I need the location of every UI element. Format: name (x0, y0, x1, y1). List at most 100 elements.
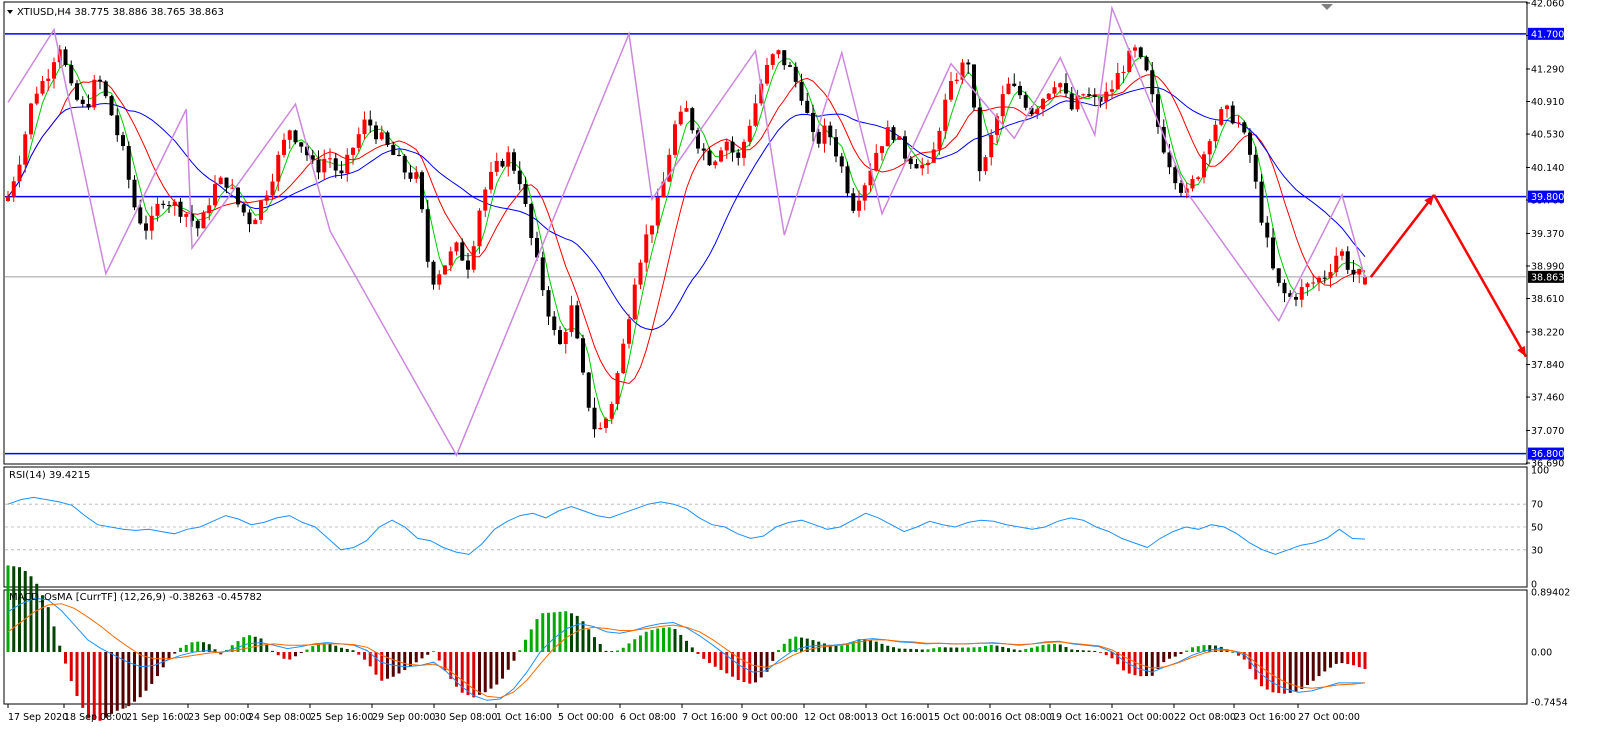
osma-bar (903, 648, 907, 652)
osma-bar (1179, 651, 1183, 655)
osma-bar (265, 644, 269, 652)
macd-tick-label: 0.00 (1531, 647, 1552, 658)
osma-bar (558, 611, 562, 652)
candle-body (926, 162, 930, 165)
candle-body (920, 164, 925, 169)
candle-body (299, 142, 304, 147)
candle-body (742, 141, 746, 158)
osma-bar (633, 639, 637, 652)
osma-bar (782, 643, 786, 652)
candle-body (874, 152, 879, 171)
osma-bar (639, 635, 642, 652)
candle-body (822, 125, 827, 144)
candle-body (333, 158, 338, 171)
candle-body (103, 81, 108, 97)
candle-body (552, 316, 557, 331)
osma-bar (713, 651, 717, 667)
osma-bar (1162, 651, 1166, 663)
candle-body (1121, 72, 1126, 74)
osma-bar (570, 613, 573, 652)
osma-bar (932, 648, 936, 652)
osma-bar (1156, 651, 1160, 669)
candle-body (368, 119, 373, 126)
candle-body (650, 225, 654, 235)
osma-bar (426, 651, 430, 655)
rsi-panel[interactable] (3, 466, 1528, 588)
osma-bar (110, 651, 113, 714)
osma-bar (1145, 651, 1148, 677)
osma-bar (736, 651, 740, 680)
candle-body (914, 164, 919, 169)
candle-body (1213, 124, 1218, 142)
osma-bar (1231, 651, 1235, 653)
candle-body (322, 158, 327, 173)
x-tick-label: 5 Oct 00:00 (558, 712, 614, 723)
candle-body (937, 130, 942, 150)
candle-body (569, 305, 574, 332)
osma-bar (610, 651, 614, 652)
candle-body (80, 99, 85, 104)
osma-bar (18, 567, 21, 652)
candle-body (34, 93, 39, 104)
osma-bar (334, 645, 338, 652)
candle-body (483, 189, 488, 211)
candle-body (471, 246, 476, 270)
osma-bar (1323, 651, 1327, 672)
osma-bar (886, 645, 890, 652)
candle-body (1115, 72, 1120, 90)
osma-bar (1260, 651, 1263, 687)
osma-bar (679, 634, 683, 652)
candle-body (1150, 70, 1155, 95)
candle-body (678, 111, 683, 125)
osma-bar (575, 615, 579, 652)
level-price-label: 41.700 (1531, 29, 1564, 40)
candle-body (632, 284, 637, 320)
osma-bar (184, 644, 188, 652)
candle-body (86, 103, 91, 108)
osma-bar (133, 651, 136, 702)
candle-body (851, 193, 856, 211)
osma-bar (846, 644, 849, 652)
candle-body (862, 185, 867, 201)
osma-bar (1346, 651, 1350, 665)
candle-body (1236, 122, 1241, 124)
osma-bar (87, 651, 90, 719)
osma-bar (972, 647, 976, 652)
osma-bar (1208, 645, 1212, 652)
osma-bar (621, 647, 625, 652)
osma-bar (857, 639, 861, 652)
candle-body (161, 203, 166, 206)
candle-body (1317, 277, 1321, 283)
candle-body (339, 170, 344, 174)
osma-bar (518, 650, 522, 652)
osma-bar (138, 651, 142, 698)
x-tick-label: 21 Sep 16:00 (126, 712, 189, 723)
candle-body (466, 260, 470, 270)
candle-body (788, 65, 792, 67)
x-tick-label: 24 Sep 08:00 (248, 712, 311, 723)
osma-bar (708, 651, 711, 663)
candle-body (891, 127, 896, 140)
candle-body (63, 49, 68, 66)
candle-body (454, 242, 459, 252)
osma-bar (311, 646, 315, 652)
osma-bar (685, 640, 688, 652)
candle-body (236, 187, 240, 205)
x-tick-label: 22 Oct 08:00 (1174, 712, 1236, 723)
osma-bar (506, 651, 510, 670)
x-tick-label: 9 Oct 00:00 (742, 712, 798, 723)
y-tick-label: 41.290 (1531, 64, 1564, 75)
osma-bar (920, 649, 924, 652)
x-tick-label: 29 Sep 00:00 (372, 712, 435, 723)
osma-bar (777, 649, 780, 652)
level-price-label: 36.800 (1531, 449, 1564, 460)
candle-body (828, 125, 833, 138)
candle-body (1104, 91, 1109, 102)
osma-bar (397, 651, 401, 674)
osma-bar (587, 629, 591, 652)
candle-body (581, 338, 585, 373)
osma-bar (432, 651, 435, 653)
osma-bar (495, 651, 499, 685)
x-tick-label: 16 Oct 08:00 (990, 712, 1052, 723)
trading-chart[interactable]: 42.06041.68041.29040.91040.53040.14039.7… (0, 0, 1619, 752)
